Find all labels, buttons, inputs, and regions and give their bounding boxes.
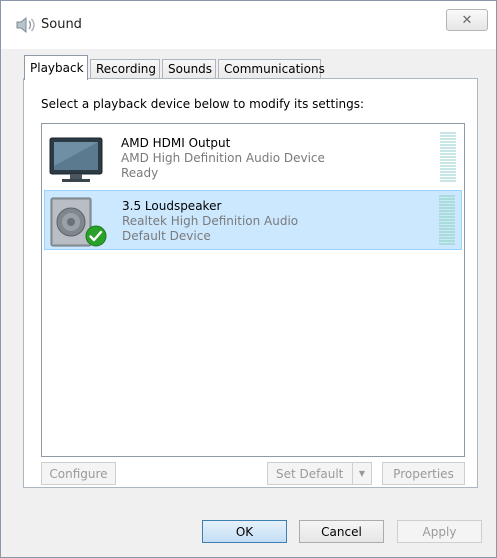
instruction-text: Select a playback device below to modify… (41, 97, 365, 111)
sound-app-icon (15, 15, 37, 35)
device-list[interactable]: AMD HDMI Output AMD High Definition Audi… (41, 123, 465, 457)
playback-panel: Select a playback device below to modify… (23, 78, 478, 488)
tab-label: Playback (30, 61, 84, 75)
dialog-body: Playback Recording Sounds Communications… (9, 49, 488, 549)
close-icon: ✕ (461, 12, 473, 28)
volume-meter (439, 195, 455, 247)
monitor-icon (46, 132, 106, 186)
close-button[interactable]: ✕ (446, 9, 488, 31)
tab-label: Sounds (168, 62, 213, 76)
ok-button[interactable]: OK (202, 520, 287, 543)
tab-label: Recording (96, 62, 157, 76)
tab-label: Communications (224, 62, 325, 76)
tab-playback[interactable]: Playback (24, 55, 88, 80)
device-row-amd-hdmi[interactable]: AMD HDMI Output AMD High Definition Audi… (44, 128, 462, 188)
configure-button[interactable]: Configure (41, 462, 116, 485)
apply-button[interactable]: Apply (397, 520, 482, 543)
device-name: AMD HDMI Output (121, 136, 231, 150)
device-row-loudspeaker[interactable]: 3.5 Loudspeaker Realtek High Definition … (44, 190, 462, 250)
properties-button[interactable]: Properties (382, 462, 465, 485)
device-description: AMD High Definition Audio Device (121, 151, 325, 165)
tab-recording[interactable]: Recording (90, 59, 160, 79)
tab-communications[interactable]: Communications (218, 59, 325, 79)
volume-meter (440, 132, 456, 184)
device-status: Default Device (122, 229, 211, 243)
properties-label: Properties (393, 466, 454, 481)
set-default-label: Set Default (276, 466, 344, 481)
device-name: 3.5 Loudspeaker (122, 199, 222, 213)
set-default-button[interactable]: Set Default ▼ (267, 462, 372, 485)
sound-dialog: Sound ✕ Playback Recording Sounds Commun… (0, 0, 497, 558)
default-check-icon (85, 225, 107, 247)
chevron-down-icon[interactable]: ▼ (352, 463, 371, 484)
ok-label: OK (235, 524, 254, 539)
configure-label: Configure (49, 466, 108, 481)
tab-sounds[interactable]: Sounds (162, 59, 216, 79)
cancel-button[interactable]: Cancel (299, 520, 384, 543)
cancel-label: Cancel (321, 524, 362, 539)
title-bar[interactable]: Sound ✕ (1, 1, 496, 49)
apply-label: Apply (422, 524, 457, 539)
window-title: Sound (41, 17, 82, 32)
device-status: Ready (121, 166, 159, 180)
device-description: Realtek High Definition Audio (122, 214, 299, 228)
